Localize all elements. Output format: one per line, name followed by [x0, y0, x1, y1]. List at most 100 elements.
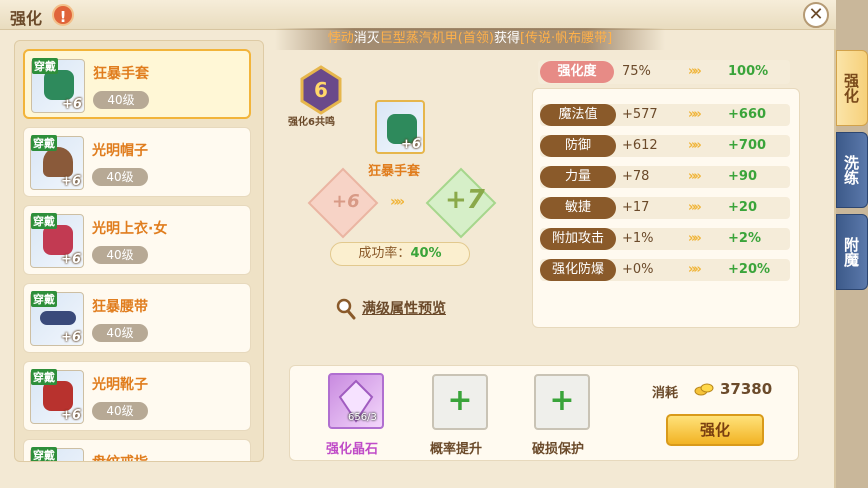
equipment-item[interactable]: 穿戴 盘纹戒指 — [23, 439, 251, 462]
tab-enchant[interactable]: 附魔 — [836, 214, 868, 290]
current-level: +6 — [332, 191, 360, 212]
armor-icon: 穿戴 +6 — [30, 213, 84, 268]
equipment-item[interactable]: 穿戴 +6 狂暴手套 40级 — [23, 49, 251, 119]
equipment-item[interactable]: 穿戴 +6 光明上衣·女 40级 — [23, 205, 251, 275]
gold-coin-icon — [694, 383, 714, 396]
gear-glyph — [44, 70, 74, 100]
rank-label: 强化6共鸣 — [288, 117, 335, 128]
stat-next: +20 — [728, 200, 757, 215]
strength-label: 强化度 — [540, 61, 614, 83]
tab-enhance[interactable]: 强化 — [836, 50, 868, 126]
strength-current: 75% — [622, 64, 651, 79]
plus-badge: +6 — [61, 174, 81, 189]
equipped-tag: 穿戴 — [31, 291, 57, 307]
stat-current: +0% — [622, 262, 654, 277]
stat-current: +1% — [622, 231, 654, 246]
broadcast-player: 悖动 — [327, 31, 354, 46]
stat-current: +577 — [622, 107, 658, 122]
stat-next: +700 — [728, 138, 767, 153]
stat-current: +17 — [622, 200, 650, 215]
selected-item-name: 狂暴手套 — [368, 164, 421, 179]
tab-refine[interactable]: 洗练 — [836, 132, 868, 208]
item-name: 光明靴子 — [92, 377, 148, 393]
chevron-right-icon: »» — [688, 262, 702, 277]
magnifier-icon[interactable] — [336, 298, 356, 320]
stat-label: 敏捷 — [540, 197, 616, 219]
item-name: 光明上衣·女 — [92, 221, 168, 237]
stat-label: 力量 — [540, 166, 616, 188]
stat-next: +660 — [728, 107, 767, 122]
info-icon[interactable]: ! — [52, 4, 74, 26]
stat-label: 防御 — [540, 135, 616, 157]
break-protect-slot[interactable]: + — [534, 374, 590, 430]
plus-badge: +6 — [62, 97, 82, 112]
chevron-right-icon: »» — [688, 138, 702, 153]
hat-icon: 穿戴 +6 — [30, 135, 84, 190]
equipment-item[interactable]: 穿戴 +6 狂暴腰带 40级 — [23, 283, 251, 353]
item-name: 狂暴手套 — [93, 66, 149, 82]
strength-next: 100% — [728, 64, 769, 79]
ring-icon: 穿戴 — [30, 447, 84, 462]
center-plus-badge: +6 — [401, 137, 421, 152]
cost-value: 37380 — [720, 380, 773, 398]
rate-boost-slot[interactable]: + — [432, 374, 488, 430]
boots-icon: 穿戴 +6 — [30, 369, 84, 424]
equipped-tag: 穿戴 — [31, 135, 57, 151]
next-level: +7 — [445, 185, 485, 215]
item-level: 40级 — [92, 168, 148, 186]
chevron-right-icon: »» — [688, 231, 702, 246]
stat-label: 魔法值 — [540, 104, 616, 126]
gear-glyph — [43, 381, 73, 411]
equipped-tag: 穿戴 — [31, 369, 57, 385]
plus-badge: +6 — [61, 330, 81, 345]
stat-current: +612 — [622, 138, 658, 153]
equipment-item[interactable]: 穿戴 +6 光明靴子 40级 — [23, 361, 251, 431]
close-button[interactable]: ✕ — [803, 2, 829, 28]
max-level-preview-link[interactable]: 满级属性预览 — [362, 298, 446, 318]
item-name: 盘纹戒指 — [92, 452, 148, 461]
equipment-item[interactable]: 穿戴 +6 光明帽子 40级 — [23, 127, 251, 197]
gear-glyph — [43, 225, 73, 255]
gloves-icon: 穿戴 +6 — [31, 58, 85, 113]
stat-current: +78 — [622, 169, 650, 184]
plus-badge: +6 — [61, 252, 81, 267]
item-level: 40级 — [92, 246, 148, 264]
belt-icon: 穿戴 +6 — [30, 291, 84, 346]
broadcast-text1: 消灭 — [353, 31, 380, 46]
success-rate: 40% — [410, 246, 442, 261]
item-level: 40级 — [93, 91, 149, 109]
plus-badge: +6 — [61, 408, 81, 423]
stat-next: +20% — [728, 262, 771, 277]
broadcast-text2: 获得 — [493, 31, 520, 46]
rate-boost-label: 概率提升 — [430, 442, 483, 457]
item-level: 40级 — [92, 402, 148, 420]
success-rate-box: 成功率：40% — [330, 242, 470, 266]
item-name: 狂暴腰带 — [92, 299, 148, 315]
crystal-label: 强化晶石 — [326, 442, 379, 457]
stat-next: +90 — [728, 169, 757, 184]
item-name: 光明帽子 — [92, 143, 148, 159]
broadcast-boss: 巨型蒸汽机甲(首领) — [379, 31, 494, 46]
cost-label: 消耗 — [652, 386, 679, 401]
stat-label: 附加攻击 — [540, 228, 616, 250]
strengthen-button[interactable]: 强化 — [666, 414, 764, 446]
window-title: 强化 — [10, 9, 43, 28]
chevron-right-icon: »» — [688, 64, 702, 79]
rank-badge-icon: 6 — [300, 65, 342, 115]
rank-number: 6 — [314, 78, 328, 102]
gear-glyph — [40, 311, 76, 325]
selected-item-icon: +6 — [375, 100, 425, 154]
equipped-tag: 穿戴 — [31, 447, 57, 462]
stat-next: +2% — [728, 231, 761, 246]
break-protect-label: 破损保护 — [532, 442, 585, 457]
equipment-list[interactable]: 穿戴 +6 狂暴手套 40级 穿戴 +6 光明帽子 40级 穿戴 +6 光明上衣… — [14, 40, 264, 462]
gear-glyph — [43, 147, 73, 177]
equipped-tag: 穿戴 — [32, 58, 58, 74]
success-label: 成功率： — [358, 246, 411, 261]
chevron-right-icon: »» — [390, 194, 405, 210]
crystal-count: 656/3 — [348, 412, 377, 423]
equipped-tag: 穿戴 — [31, 213, 57, 229]
stat-label: 强化防爆 — [540, 259, 616, 281]
broadcast-banner: 悖动消灭巨型蒸汽机甲(首领)获得[传说·帆布腰带] — [275, 28, 665, 50]
item-level: 40级 — [92, 324, 148, 342]
